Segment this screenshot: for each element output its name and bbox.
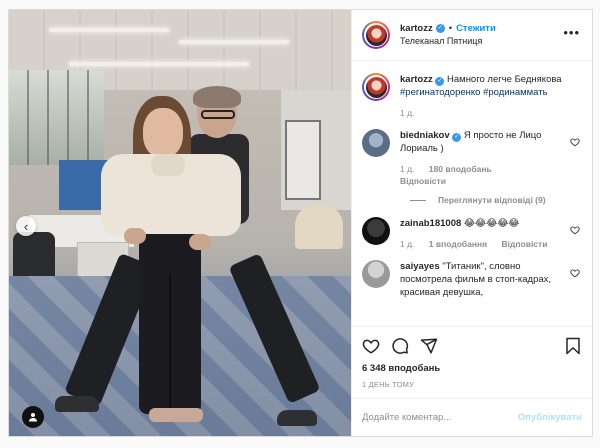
post-actions: 6 348 вподобань 1 ДЕНЬ ТОМУ (352, 326, 592, 398)
likes-count[interactable]: 6 348 вподобань (362, 363, 582, 374)
comment-likes[interactable]: 180 вподобань (429, 164, 492, 174)
verified-badge-icon: ✓ (435, 24, 445, 33)
comment-text: 😂😂😂😂😂 (463, 218, 520, 229)
comment-icon[interactable] (391, 337, 409, 355)
photo-light (179, 40, 289, 44)
publish-button[interactable]: Опублікувати (518, 412, 582, 423)
user-tag-icon[interactable] (22, 406, 44, 428)
caption-text: Намного легче Беднякова (447, 74, 562, 85)
bookmark-icon[interactable] (564, 337, 582, 355)
comment-item: saiyayes "Титаник", словно посмотрела фи… (362, 260, 582, 299)
author-username[interactable]: kartozz (400, 22, 433, 35)
share-icon[interactable] (420, 337, 438, 355)
verified-badge-icon: ✓ (452, 133, 462, 142)
view-replies-button[interactable]: Переглянути відповіді (9) (410, 195, 582, 205)
comments-list[interactable]: kartozz ✓ Намного легче Беднякова #регин… (352, 61, 592, 326)
photo-hand (124, 228, 146, 244)
caption-time[interactable]: 1 д. (400, 108, 414, 118)
comment-username[interactable]: zainab181008 (400, 218, 461, 229)
post-side-panel: kartozz ✓ • Стежити Телеканал Пятниця ••… (351, 10, 592, 436)
comment-time[interactable]: 1 д. (400, 164, 414, 174)
caption-hashtags[interactable]: #регинатодоренко #родинаммать (400, 87, 548, 98)
comment-like-heart-icon[interactable] (570, 225, 580, 235)
author-avatar[interactable] (362, 21, 390, 49)
more-icon[interactable]: ••• (563, 26, 580, 39)
instagram-post: ‹ kartozz ✓ • Стежити Телеканал Пятниця … (8, 9, 593, 437)
view-replies-label: Переглянути відповіді (9) (438, 195, 546, 205)
comment-like-heart-icon[interactable] (570, 268, 580, 278)
replies-divider (410, 199, 426, 201)
reply-button[interactable]: Відповісти (502, 239, 548, 249)
commenter-avatar[interactable] (362, 129, 390, 157)
comment-input[interactable] (362, 412, 518, 423)
comment-likes[interactable]: 1 вподобання (429, 239, 487, 249)
caption: kartozz ✓ Намного легче Беднякова #регин… (362, 73, 582, 119)
post-time[interactable]: 1 ДЕНЬ ТОМУ (362, 380, 582, 389)
commenter-avatar[interactable] (362, 217, 390, 245)
photo-light (49, 28, 169, 32)
caption-username[interactable]: kartozz (400, 74, 433, 85)
post-header: kartozz ✓ • Стежити Телеканал Пятниця ••… (352, 10, 592, 61)
photo-window (9, 70, 104, 165)
post-photo[interactable]: ‹ (9, 10, 351, 436)
comment-time[interactable]: 1 д. (400, 239, 414, 249)
reply-button[interactable]: Відповісти (400, 176, 446, 186)
comment-item: zainab181008 😂😂😂😂😂 1 д. 1 вподобання Від… (362, 217, 582, 250)
heart-icon[interactable] (362, 337, 380, 355)
verified-badge-icon: ✓ (435, 77, 445, 86)
separator-dot: • (448, 23, 453, 34)
photo-woman (91, 96, 241, 436)
comment-username[interactable]: saiyayes (400, 261, 440, 272)
add-comment-bar: Опублікувати (352, 398, 592, 436)
caption-avatar[interactable] (362, 73, 390, 101)
commenter-avatar[interactable] (362, 260, 390, 288)
follow-button[interactable]: Стежити (456, 22, 496, 35)
comment-username[interactable]: biedniakov (400, 130, 450, 141)
post-location[interactable]: Телеканал Пятниця (400, 35, 496, 48)
photo-light (69, 62, 249, 66)
chevron-left-icon[interactable]: ‹ (16, 216, 36, 236)
photo-hand (189, 234, 211, 250)
comment-item: biedniakov ✓ Я просто не Лицо Лориаль ) … (362, 129, 582, 187)
comment-like-heart-icon[interactable] (570, 137, 580, 147)
photo-board (285, 120, 321, 200)
photo-stool (295, 205, 343, 249)
